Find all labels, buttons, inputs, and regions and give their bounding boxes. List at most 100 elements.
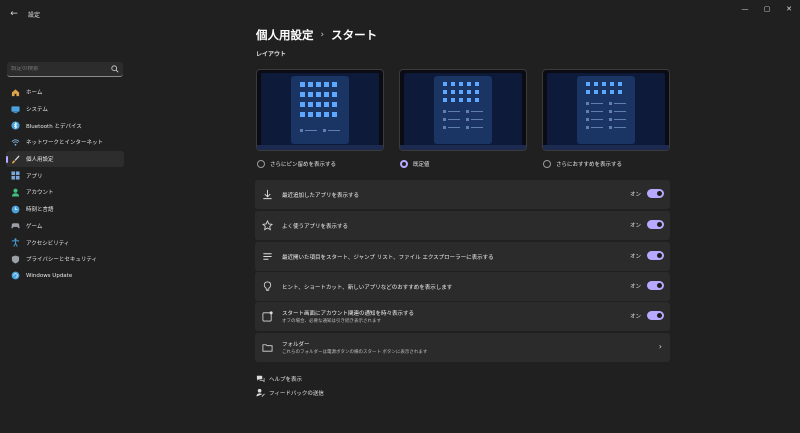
setting-recommendations: ヒント、ショートカット、新しいアプリなどのおすすめを表示します オン [255, 272, 670, 301]
setting-folders[interactable]: フォルダー これらのフォルダーは電源ボタンの横のスタート ボタンに表示されます … [255, 333, 670, 362]
search-icon[interactable] [111, 65, 119, 73]
radio-label: さらにおすすめを表示する [556, 162, 623, 168]
pinned-apps-grid-icon [300, 82, 340, 132]
layout-option-default[interactable]: 既定値 [400, 160, 430, 168]
toggle-state-label: オン [629, 191, 641, 198]
radio-button[interactable] [257, 160, 265, 168]
title-bar: ← 設定 — ▢ ✕ [0, 0, 800, 28]
bluetooth-icon [11, 121, 20, 130]
radio-label: 既定値 [413, 162, 430, 168]
radio-button-selected[interactable] [400, 160, 408, 168]
app-title: 設定 [28, 11, 41, 19]
feedback-link[interactable]: フィードバックの送信 [256, 388, 324, 397]
toggle-switch[interactable] [647, 220, 664, 229]
radio-button[interactable] [543, 160, 551, 168]
back-arrow-icon: ← [10, 9, 18, 19]
radio-label: さらにピン留めを表示する [270, 162, 337, 168]
setting-recently-added-apps: 最近追加したアプリを表示する オン [255, 180, 670, 209]
close-button[interactable]: ✕ [778, 0, 800, 18]
help-link-label: ヘルプを表示 [269, 376, 303, 383]
minimize-button[interactable]: — [734, 0, 756, 18]
toggle-switch[interactable] [647, 311, 664, 320]
setting-title: フォルダー [282, 342, 310, 348]
setting-title: 最近開いた項目をスタート、ジャンプ リスト、ファイル エクスプローラーに表示する [282, 254, 494, 261]
sidebar-item-label: アプリ [26, 173, 43, 180]
close-icon: ✕ [786, 5, 792, 13]
sidebar-item-gaming[interactable]: ゲーム [6, 218, 124, 235]
chevron-right-icon: › [320, 30, 325, 40]
search-box[interactable] [7, 62, 123, 77]
sidebar-nav: ホーム システム Bluetooth とデバイス ネットワークとインターネット … [6, 84, 124, 284]
lightbulb-icon [261, 281, 273, 293]
breadcrumb: 個人用設定 › スタート [256, 27, 377, 43]
sidebar-item-system[interactable]: システム [6, 101, 124, 118]
feedback-icon [256, 388, 265, 397]
page-title: スタート [331, 28, 378, 42]
sidebar-item-windows-update[interactable]: Windows Update [6, 268, 124, 285]
pinned-apps-grid-icon [586, 82, 626, 129]
sidebar-item-label: システム [26, 107, 48, 114]
section-label-layout: レイアウト [256, 51, 287, 58]
list-icon [261, 251, 273, 263]
sidebar-item-label: Bluetooth とデバイス [26, 123, 82, 130]
chevron-right-icon: › [658, 342, 662, 351]
search-input[interactable] [11, 66, 111, 72]
sidebar-item-time-language[interactable]: 時刻と言語 [6, 201, 124, 218]
sidebar-item-label: プライバシーとセキュリティ [26, 257, 98, 264]
toggle-switch[interactable] [647, 251, 664, 260]
system-icon [11, 105, 20, 114]
toggle-state-label: オン [629, 222, 641, 229]
gaming-icon [11, 221, 20, 230]
layout-option-more-pins[interactable]: さらにピン留めを表示する [257, 160, 336, 168]
setting-account-notifications: スタート画面にアカウント関連の通知を時々表示する オフの場合、必要な通知は引き続… [255, 302, 670, 331]
sidebar-item-home[interactable]: ホーム [6, 84, 124, 101]
help-link[interactable]: ヘルプを表示 [256, 374, 302, 383]
sidebar-item-label: Windows Update [26, 272, 73, 279]
accessibility-icon [11, 238, 20, 247]
toggle-switch[interactable] [647, 189, 664, 198]
layout-preview-more-pins[interactable] [256, 69, 384, 151]
sidebar-item-accessibility[interactable]: アクセシビリティ [6, 234, 124, 251]
back-button[interactable]: ← [4, 4, 24, 24]
sidebar-item-label: ゲーム [26, 223, 43, 230]
sidebar-item-label: 時刻と言語 [26, 207, 54, 214]
sidebar-item-personalization[interactable]: 個人用設定 [6, 150, 124, 168]
setting-subtitle: オフの場合、必要な通知は引き続き表示されます [282, 319, 381, 324]
help-icon [256, 374, 265, 383]
sidebar-item-apps[interactable]: アプリ [6, 167, 124, 184]
notification-icon [261, 311, 273, 323]
sidebar-item-network[interactable]: ネットワークとインターネット [6, 134, 124, 151]
account-icon [11, 188, 20, 197]
toggle-state-label: オン [629, 313, 641, 320]
preview-taskbar [400, 145, 526, 150]
sidebar-item-privacy[interactable]: プライバシーとセキュリティ [6, 251, 124, 268]
layout-preview-default[interactable] [399, 69, 527, 151]
maximize-button[interactable]: ▢ [756, 0, 778, 18]
minimize-icon: — [741, 5, 749, 13]
download-icon [261, 189, 273, 201]
network-icon [11, 138, 20, 147]
toggle-switch[interactable] [647, 281, 664, 290]
sidebar-item-accounts[interactable]: アカウント [6, 184, 124, 201]
toggle-state-label: オン [629, 283, 641, 290]
layout-option-more-recommendations[interactable]: さらにおすすめを表示する [543, 160, 622, 168]
sidebar-item-label: アクセシビリティ [26, 240, 70, 247]
setting-most-used-apps: よく使うアプリを表示する オン [255, 211, 670, 240]
preview-start-menu [291, 76, 349, 144]
setting-title: スタート画面にアカウント関連の通知を時々表示する [282, 311, 415, 317]
folder-icon [261, 342, 273, 354]
time-language-icon [11, 205, 20, 214]
sidebar-item-bluetooth[interactable]: Bluetooth とデバイス [6, 117, 124, 134]
window-controls: — ▢ ✕ [734, 0, 800, 18]
layout-preview-more-recommendations[interactable] [542, 69, 670, 151]
sidebar-item-label: 個人用設定 [26, 157, 54, 164]
feedback-link-label: フィードバックの送信 [269, 390, 324, 397]
setting-title: ヒント、ショートカット、新しいアプリなどのおすすめを表示します [282, 284, 453, 291]
setting-recent-items: 最近開いた項目をスタート、ジャンプ リスト、ファイル エクスプローラーに表示する… [255, 242, 670, 271]
preview-start-menu [577, 76, 635, 144]
apps-icon [11, 171, 20, 180]
home-icon [11, 88, 20, 97]
star-icon [261, 220, 273, 232]
sidebar: ホーム システム Bluetooth とデバイス ネットワークとインターネット … [0, 28, 130, 433]
breadcrumb-parent[interactable]: 個人用設定 [256, 27, 314, 43]
